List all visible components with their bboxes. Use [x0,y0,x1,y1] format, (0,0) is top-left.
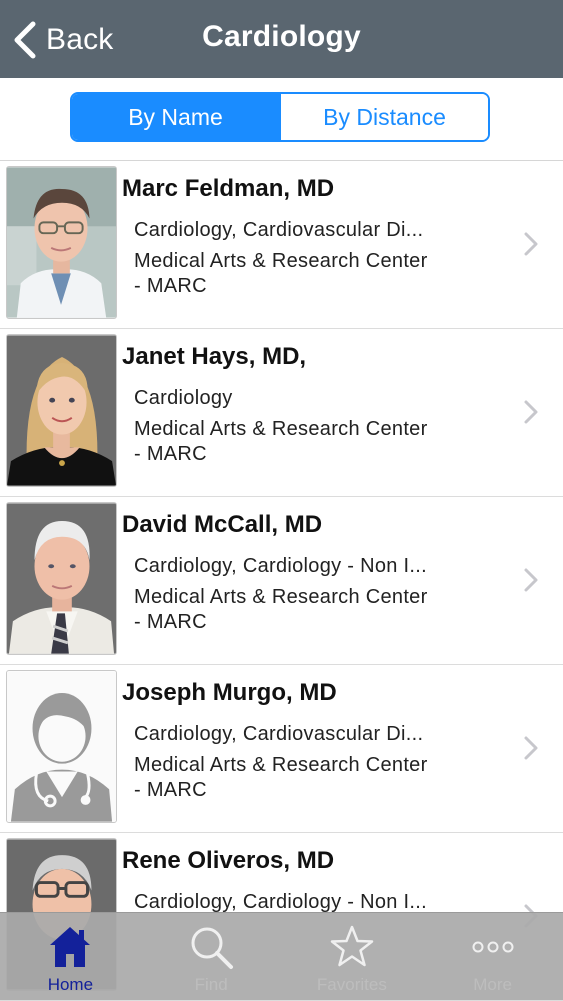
doctor-location-line2: - MARC [134,611,207,633]
doctor-location: Medical Arts & Research Center [134,586,428,608]
more-dots-icon [472,941,514,953]
doctor-location-line2: - MARC [134,443,207,465]
doctor-row[interactable]: Marc Feldman, MD Cardiology, Cardiovascu… [0,161,563,329]
tab-find-label: Find [194,975,228,994]
doctor-name: Rene Oliveros, MD [122,847,335,874]
tab-favorites[interactable]: Favorites [282,913,423,1000]
doctor-location: Medical Arts & Research Center [134,250,428,272]
doctor-location-line2: - MARC [134,275,207,297]
doctor-photo [6,502,117,655]
tab-find[interactable]: Find [141,913,282,1000]
tab-more[interactable]: More [422,913,563,1000]
doctor-specialty: Cardiology, Cardiovascular Di... [134,219,424,241]
doctor-row[interactable]: Janet Hays, MD, Cardiology Medical Arts … [0,329,563,497]
doctor-photo-image [7,167,116,318]
doctor-specialty: Cardiology, Cardiovascular Di... [134,723,424,745]
chevron-right-icon [524,568,538,592]
tab-favorites-label: Favorites [316,975,387,994]
tab-more-label: More [473,975,512,994]
doctor-photo-image [7,503,116,654]
doctor-location-line2: - MARC [134,779,207,801]
search-icon [191,927,234,969]
chevron-right-icon [524,736,538,760]
doctor-row[interactable]: David McCall, MD Cardiology, Cardiology … [0,497,563,665]
doctor-location: Medical Arts & Research Center [134,418,428,440]
navigation-bar: Back Cardiology [0,0,563,78]
doctor-location: Medical Arts & Research Center [134,754,428,776]
doctor-photo [6,670,117,823]
doctor-photo [6,334,117,487]
sort-segmented-control: By Name By Distance [70,92,490,142]
sort-by-name-button[interactable]: By Name [72,94,279,140]
doctor-specialty: Cardiology [134,387,233,409]
chevron-right-icon [524,400,538,424]
star-icon [330,925,374,967]
doctor-name: Marc Feldman, MD [122,175,335,202]
doctor-list: Marc Feldman, MD Cardiology, Cardiovascu… [0,161,563,1001]
tab-home[interactable]: Home [0,913,141,1000]
doctor-photo [6,166,117,319]
doctor-specialty: Cardiology, Cardiology - Non I... [134,891,427,913]
page-title: Cardiology [0,20,563,54]
doctor-placeholder-icon [7,671,116,822]
doctor-specialty: Cardiology, Cardiology - Non I... [134,555,427,577]
doctor-name: Joseph Murgo, MD [122,679,337,706]
page-title-text: Cardiology [202,20,361,53]
tab-bar: Home Find Favorites More [0,912,563,1000]
chevron-right-icon [524,232,538,256]
sort-by-distance-button[interactable]: By Distance [279,94,488,140]
doctor-photo-image [7,335,116,486]
doctor-name: Janet Hays, MD, [122,343,307,370]
doctor-name: David McCall, MD [122,511,323,538]
tab-home-label: Home [47,975,94,994]
home-icon [50,927,91,967]
doctor-row[interactable]: Joseph Murgo, MD Cardiology, Cardiovascu… [0,665,563,833]
